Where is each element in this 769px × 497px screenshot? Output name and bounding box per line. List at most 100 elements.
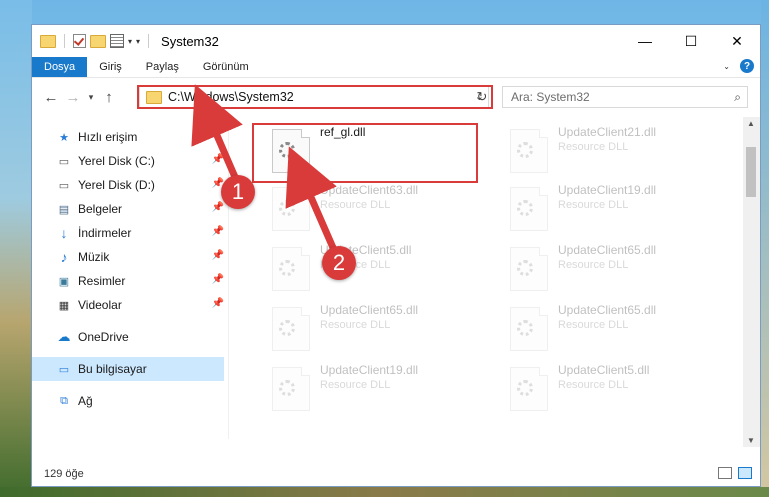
refresh-icon[interactable]: ↻ <box>472 86 492 108</box>
music-icon: ♪ <box>60 249 68 265</box>
gear-icon <box>279 380 295 396</box>
search-icon[interactable]: ⌕ <box>734 90 741 105</box>
file-type: Resource DLL <box>558 199 629 211</box>
sidebar-item-label: Müzik <box>78 250 110 264</box>
details-view-icon[interactable] <box>718 467 732 479</box>
dll-file-icon <box>272 247 310 291</box>
tab-share[interactable]: Paylaş <box>134 57 191 77</box>
tab-file[interactable]: Dosya <box>32 57 88 77</box>
file-name: UpdateClient65.dll <box>558 303 657 317</box>
gear-icon <box>279 200 295 216</box>
sidebar-item-documents[interactable]: ▤ Belgeler 📌 <box>32 197 224 221</box>
chevron-down-icon[interactable]: ▾ <box>128 37 132 46</box>
minimize-button[interactable]: — <box>622 25 668 57</box>
back-arrow-icon[interactable]: ← <box>40 89 62 106</box>
file-name: UpdateClient19.dll <box>320 363 419 377</box>
sidebar-item-this-pc[interactable]: ▭ Bu bilgisayar <box>32 357 224 381</box>
scroll-thumb[interactable] <box>746 147 756 197</box>
properties-check-icon[interactable] <box>73 34 86 48</box>
dll-file-icon <box>510 247 548 291</box>
scroll-up-icon[interactable]: ▲ <box>747 119 755 128</box>
file-item[interactable]: UpdateClient65.dll Resource DLL <box>490 299 720 355</box>
scroll-down-icon[interactable]: ▼ <box>747 436 755 445</box>
recent-locations-chevron-icon[interactable]: ▾ <box>84 92 98 103</box>
sidebar-item-label: OneDrive <box>78 330 129 344</box>
vertical-scrollbar[interactable]: ▲ ▼ <box>743 117 760 447</box>
pin-icon[interactable]: 📌 <box>212 202 224 213</box>
sidebar-item-label: Hızlı erişim <box>78 130 138 144</box>
item-count: 129 öğe <box>44 468 84 480</box>
sidebar-item-pictures[interactable]: ▣ Resimler 📌 <box>32 269 224 293</box>
file-item[interactable]: UpdateClient19.dll Resource DLL <box>252 359 482 415</box>
file-item[interactable]: UpdateClient5.dll Resource DLL <box>252 239 482 295</box>
file-item[interactable]: UpdateClient63.dll Resource DLL <box>252 179 482 235</box>
dll-file-icon <box>272 187 310 231</box>
file-name: UpdateClient5.dll <box>558 363 650 377</box>
drive-icon: ▭ <box>58 179 70 192</box>
tab-view[interactable]: Görünüm <box>191 57 261 77</box>
sidebar-item-quick-access[interactable]: ★ Hızlı erişim <box>32 125 224 149</box>
rename-icon[interactable] <box>110 34 124 48</box>
file-type: Resource DLL <box>558 259 629 271</box>
tab-home[interactable]: Giriş <box>87 57 134 77</box>
close-button[interactable]: ✕ <box>714 25 760 57</box>
star-icon: ★ <box>59 131 69 144</box>
forward-arrow-icon[interactable]: → <box>62 89 84 106</box>
up-arrow-icon[interactable]: ↑ <box>98 89 120 106</box>
maximize-button[interactable]: ☐ <box>668 25 714 57</box>
view-switcher <box>718 467 752 479</box>
computer-icon: ▭ <box>58 363 70 376</box>
desktop-wallpaper-bottom <box>0 487 769 497</box>
customize-toolbar-icon[interactable]: ▾ <box>136 37 140 46</box>
folder-icon <box>40 34 56 48</box>
sidebar-item-downloads[interactable]: ↓ İndirmeler 📌 <box>32 221 225 245</box>
gear-icon <box>517 200 533 216</box>
video-icon: ▦ <box>58 299 70 312</box>
expand-ribbon-icon[interactable]: ⌄ <box>723 62 730 71</box>
pin-icon[interactable]: 📌 <box>212 250 224 261</box>
file-name: UpdateClient19.dll <box>558 183 657 197</box>
file-item[interactable]: UpdateClient21.dll Resource DLL <box>490 121 720 177</box>
navigation-pane: ★ Hızlı erişim ▭ Yerel Disk (C:) 📌 ▭ Yer… <box>32 117 224 439</box>
sidebar-item-music[interactable]: ♪ Müzik 📌 <box>32 245 225 269</box>
sidebar-item-network[interactable]: ⧉ Ağ <box>32 389 224 413</box>
tiles-view-icon[interactable] <box>738 467 752 479</box>
search-placeholder[interactable]: Ara: System32 <box>511 90 590 104</box>
ribbon-right: ⌄ ? <box>723 59 754 73</box>
gear-icon <box>279 260 295 276</box>
pane-divider[interactable] <box>228 117 229 439</box>
desktop-wallpaper-right <box>761 0 769 497</box>
pin-icon[interactable]: 📌 <box>212 154 224 165</box>
sidebar-item-videos[interactable]: ▦ Videolar 📌 <box>32 293 224 317</box>
sidebar-item-local-disk-c[interactable]: ▭ Yerel Disk (C:) 📌 <box>32 149 224 173</box>
file-name: UpdateClient21.dll <box>558 125 657 139</box>
ribbon-tabs: Dosya Giriş Paylaş Görünüm ⌄ ? <box>32 57 760 78</box>
address-highlight-box <box>137 85 493 109</box>
sidebar-item-local-disk-d[interactable]: ▭ Yerel Disk (D:) 📌 <box>32 173 224 197</box>
file-item[interactable]: UpdateClient65.dll Resource DLL <box>490 239 720 295</box>
toolbar-separator <box>64 34 65 48</box>
file-name: UpdateClient65.dll <box>320 303 419 317</box>
dll-file-icon <box>510 307 548 351</box>
new-folder-icon[interactable] <box>90 34 106 48</box>
file-type: Resource DLL <box>320 319 391 331</box>
navigation-bar: ← → ▾ ↑ C:\Windows\System32 ⌄ ↻ Ara: Sys… <box>32 78 760 116</box>
pin-icon[interactable]: 📌 <box>212 274 224 285</box>
pin-icon[interactable]: 📌 <box>212 298 224 309</box>
gear-icon <box>517 380 533 396</box>
sidebar-item-onedrive[interactable]: ☁ OneDrive <box>32 325 224 349</box>
step-marker-2: 2 <box>322 246 356 280</box>
dll-file-icon <box>272 367 310 411</box>
network-icon: ⧉ <box>60 394 68 407</box>
file-item[interactable]: UpdateClient19.dll Resource DLL <box>490 179 720 235</box>
help-icon[interactable]: ? <box>740 59 754 73</box>
sidebar-item-label: Belgeler <box>78 202 123 216</box>
file-item[interactable]: UpdateClient5.dll Resource DLL <box>490 359 720 415</box>
search-box[interactable]: Ara: System32 ⌕ <box>502 86 748 108</box>
gear-icon <box>279 320 295 336</box>
picture-icon: ▣ <box>58 275 70 288</box>
sidebar-item-label: Yerel Disk (C:) <box>78 154 155 168</box>
window-controls: — ☐ ✕ <box>622 25 760 57</box>
pin-icon[interactable]: 📌 <box>212 226 224 237</box>
file-item[interactable]: UpdateClient65.dll Resource DLL <box>252 299 482 355</box>
